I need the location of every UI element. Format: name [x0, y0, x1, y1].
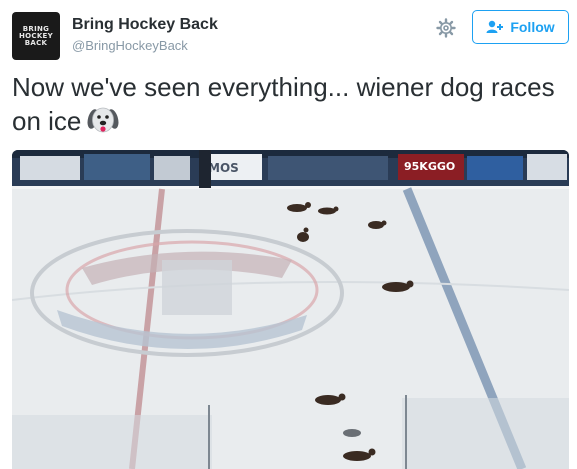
follow-button[interactable]: Follow: [472, 10, 569, 44]
author-handle[interactable]: @BringHockeyBack: [72, 38, 188, 53]
author-avatar[interactable]: BRING HOCKEY BACK: [12, 12, 60, 60]
dog-face-emoji: [87, 106, 119, 144]
tweet-text: Now we've seen everything... wiener dog …: [12, 70, 567, 144]
gear-icon[interactable]: [436, 18, 456, 38]
avatar-logo-text: BRING HOCKEY BACK: [18, 24, 54, 47]
follow-label: Follow: [510, 19, 555, 35]
author-display-name[interactable]: Bring Hockey Back: [72, 16, 218, 34]
scoreboard-text: 95KGGO: [404, 160, 455, 173]
add-user-icon: [486, 20, 504, 34]
media-video-thumbnail[interactable]: MOS 95KGGO: [12, 150, 569, 469]
board-ad-text: MOS: [208, 161, 239, 175]
